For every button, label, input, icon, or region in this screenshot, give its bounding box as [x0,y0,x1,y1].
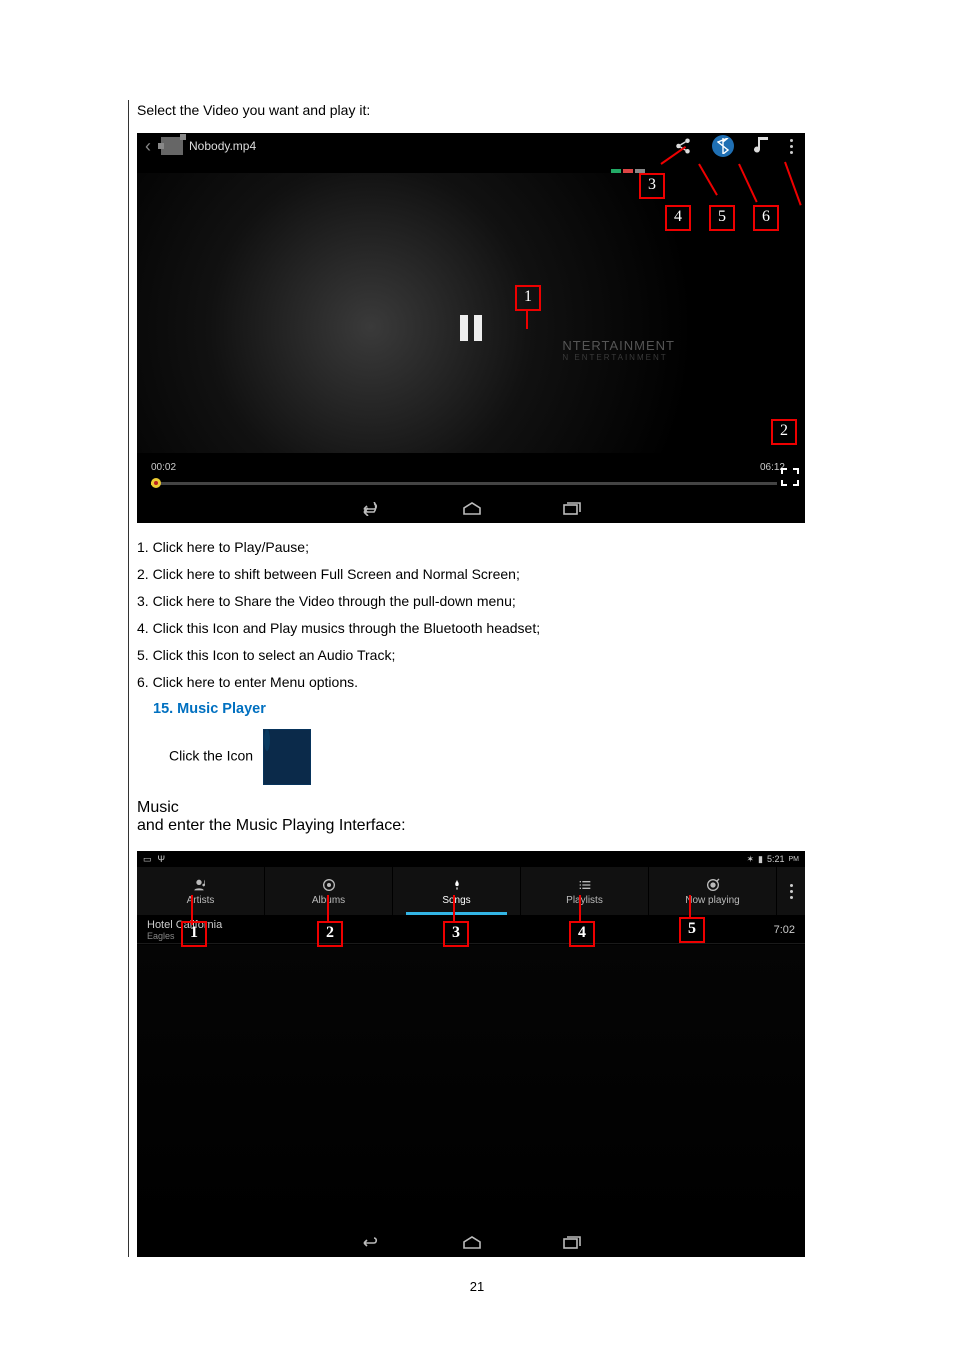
status-image-icon: ▭ [143,854,152,865]
nav-recent-icon[interactable] [562,502,582,516]
explanation-item: 2. Click here to shift between Full Scre… [137,564,954,585]
nav-recent-icon[interactable] [562,1236,582,1250]
elapsed-time: 00:02 [151,462,176,473]
tab-label: Songs [442,895,470,906]
music-player-screenshot: ▭ Ψ ✶ ▮ 5:21 PM Artists Albu [137,851,805,1257]
tab-label: Playlists [566,895,603,906]
status-signal-icon: ✶ [746,854,754,865]
explanation-item: 4. Click this Icon and Play musics throu… [137,618,954,639]
tab-artists[interactable]: Artists [137,867,265,915]
callout-4: 4 [665,205,691,231]
music-callout-1: 1 [181,921,207,947]
tab-playlists[interactable]: Playlists [521,867,649,915]
music-callout-5: 5 [679,917,705,943]
click-icon-text-post: and enter the Music Playing Interface: [137,817,406,834]
android-nav-bar [137,495,805,523]
tab-label: Now playing [685,895,739,906]
video-player-screenshot: ‹ Nobody.mp4 [137,133,805,523]
music-callout-2: 2 [317,921,343,947]
track-duration: 7:02 [774,924,795,936]
status-time-pm: PM [789,856,800,863]
callout-1: 1 [515,285,541,311]
android-nav-bar [137,1229,805,1257]
explanation-item: 6. Click here to enter Menu options. [137,672,954,693]
explanation-item: 1. Click here to Play/Pause; [137,537,954,558]
explanation-item: 3. Click here to Share the Video through… [137,591,954,612]
callout-6: 6 [753,205,779,231]
music-tabs: Artists Albums Songs Playlists [137,867,805,915]
overflow-menu-icon[interactable] [790,139,793,154]
explanation-item: 5. Click this Icon to select an Audio Tr… [137,645,954,666]
nav-home-icon[interactable] [462,1236,482,1250]
tab-now-playing[interactable]: Now playing [649,867,777,915]
seek-bar[interactable] [151,482,777,485]
music-callout-4: 4 [569,921,595,947]
audio-track-icon[interactable] [754,137,770,155]
video-filename: Nobody.mp4 [189,139,674,153]
tab-songs[interactable]: Songs [393,867,521,915]
video-explanation-list: 1. Click here to Play/Pause; 2. Click he… [137,537,954,693]
status-bar: ▭ Ψ ✶ ▮ 5:21 PM [137,851,805,867]
status-usb-icon: Ψ [158,854,166,864]
nav-back-icon[interactable] [360,502,382,516]
film-icon [161,137,183,155]
tab-albums[interactable]: Albums [265,867,393,915]
video-watermark: NTERTAINMENT N ENTERTAINMENT [562,338,675,362]
play-pause-button[interactable] [451,308,491,348]
section-heading-music: 15. Music Player [153,701,954,717]
click-icon-text-pre: Click the Icon [169,748,253,764]
nav-home-icon[interactable] [462,502,482,516]
status-battery-icon: ▮ [758,854,763,865]
music-callout-3: 3 [443,921,469,947]
back-icon[interactable]: ‹ [137,133,159,159]
tabs-overflow-icon[interactable] [777,867,805,915]
bluetooth-icon[interactable] [712,135,734,157]
fullscreen-icon[interactable] [781,468,799,491]
music-app-icon [263,729,311,785]
music-body [137,945,805,1229]
callout-2: 2 [771,419,797,445]
callout-5: 5 [709,205,735,231]
callout-3: 3 [639,173,665,199]
nav-back-icon[interactable] [360,1236,382,1250]
page-number: 21 [0,1279,954,1294]
status-time: 5:21 [767,854,785,864]
lead-text-video: Select the Video you want and play it: [137,100,954,121]
